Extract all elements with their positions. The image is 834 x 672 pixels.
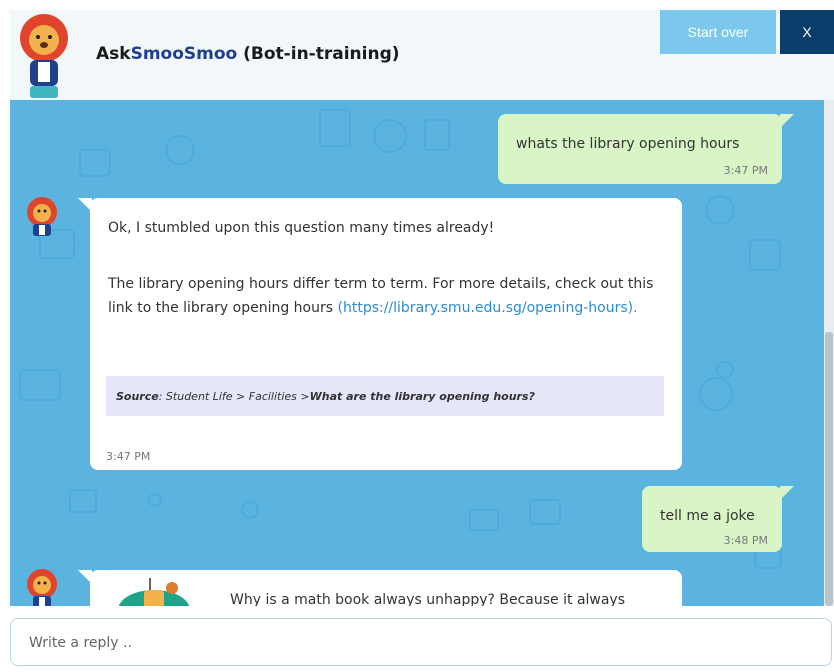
user-message: whats the library opening hours 3:47 PM bbox=[498, 114, 794, 184]
scrollbar-thumb[interactable] bbox=[825, 332, 833, 606]
user-message: tell me a joke 3:48 PM bbox=[642, 486, 794, 552]
reply-input-container bbox=[10, 618, 832, 666]
bot-message: Ok, I stumbled upon this question many t… bbox=[78, 198, 682, 470]
reply-input[interactable] bbox=[27, 631, 807, 655]
bubble-tail bbox=[78, 570, 92, 584]
message-text-intro: Ok, I stumbled upon this question many t… bbox=[108, 220, 495, 236]
message-text: tell me a joke bbox=[660, 508, 755, 524]
bot-avatar-icon bbox=[27, 197, 57, 236]
close-button[interactable]: X bbox=[780, 10, 834, 54]
title-suffix: (Bot-in-training) bbox=[237, 44, 400, 64]
chat-widget: AskSmooSmoo (Bot-in-training) Start over… bbox=[0, 0, 834, 672]
chat-scrollbar[interactable] bbox=[824, 100, 834, 606]
bubble-tail bbox=[780, 486, 794, 500]
source-path: : Student Life > Facilities > bbox=[158, 389, 310, 403]
source-question: What are the library opening hours? bbox=[309, 389, 535, 403]
bubble-tail bbox=[780, 114, 794, 128]
message-time: 3:47 PM bbox=[106, 450, 151, 463]
chat-messages-area[interactable]: whats the library opening hours 3:47 PM … bbox=[10, 100, 824, 606]
message-text: Why is a math book always unhappy? Becau… bbox=[230, 592, 626, 606]
title-brand: SmooSmoo bbox=[130, 44, 238, 64]
start-over-button[interactable]: Start over bbox=[660, 10, 776, 54]
bubble-tail bbox=[78, 198, 92, 212]
bot-message: Why is a math book always unhappy? Becau… bbox=[78, 570, 682, 606]
source-label: Source bbox=[116, 389, 159, 403]
chat-title: AskSmooSmoo (Bot-in-training) bbox=[96, 44, 400, 64]
bot-avatar-icon bbox=[27, 569, 57, 606]
message-time: 3:47 PM bbox=[723, 164, 768, 177]
source-box: Source: Student Life > Facilities > What… bbox=[106, 376, 664, 416]
message-text-body: The library opening hours differ term to… bbox=[108, 272, 664, 320]
message-text: whats the library opening hours bbox=[516, 136, 740, 152]
chat-header: AskSmooSmoo (Bot-in-training) Start over… bbox=[10, 10, 834, 100]
library-hours-link[interactable]: (https://library.smu.edu.sg/opening-hour… bbox=[338, 300, 638, 316]
lion-mascot-icon bbox=[20, 14, 68, 98]
message-time: 3:48 PM bbox=[723, 534, 768, 547]
joke-illustration-icon bbox=[118, 578, 190, 606]
title-prefix: Ask bbox=[96, 44, 131, 64]
